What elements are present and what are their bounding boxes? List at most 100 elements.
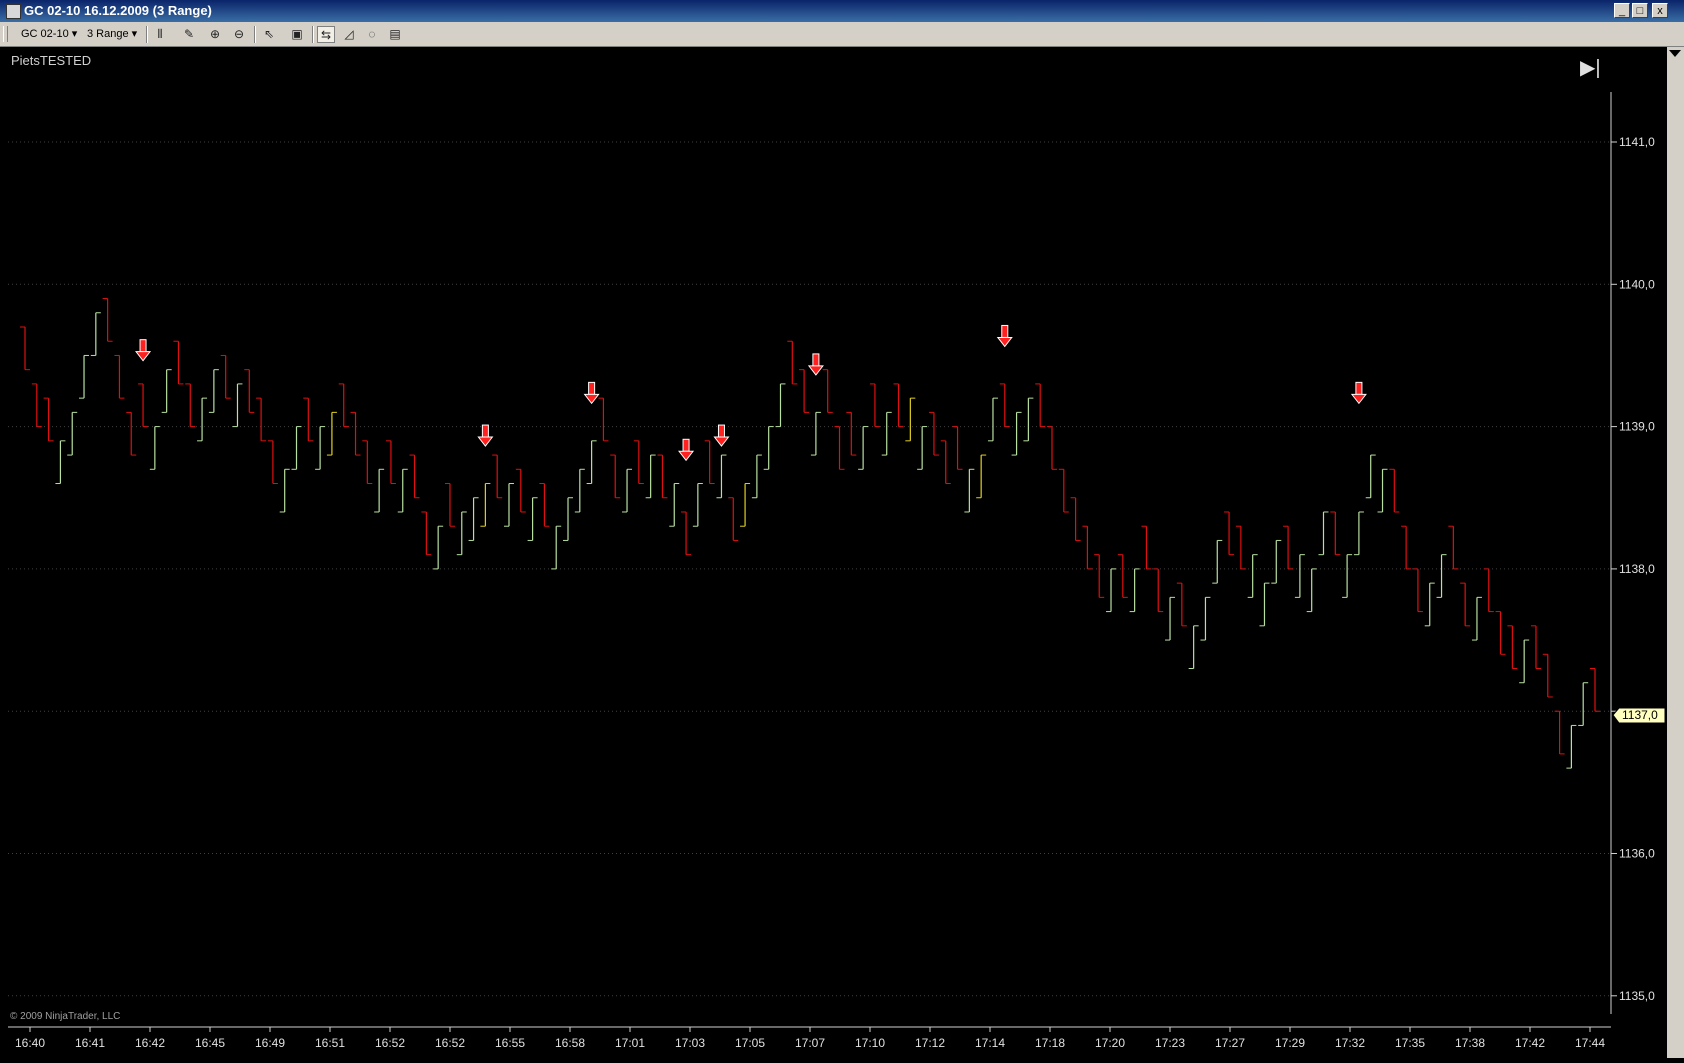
arrow-head: [477, 436, 494, 447]
arrow-head: [1350, 393, 1367, 405]
price-bar: [610, 454, 621, 499]
zoom-in-icon[interactable]: ⊕: [206, 26, 224, 43]
arrow-shaft: [588, 381, 596, 395]
x-tick-label: 17:27: [1215, 1036, 1245, 1050]
price-bar: [1224, 511, 1235, 556]
bar-type-icon[interactable]: ⫴: [151, 26, 169, 43]
x-tick-label: 16:45: [195, 1036, 225, 1050]
x-tick-label: 17:14: [975, 1036, 1005, 1050]
x-tick-label: 16:52: [435, 1036, 465, 1050]
arrow-shaft: [481, 424, 489, 438]
price-bar: [279, 468, 290, 513]
zoom-out-icon[interactable]: ⊖: [230, 26, 248, 43]
price-bar: [1070, 497, 1081, 541]
price-bar: [303, 397, 314, 442]
price-bar: [1035, 383, 1046, 428]
y-tick-label: 1135,0: [1619, 989, 1655, 1003]
price-bar: [1094, 554, 1105, 598]
price-bar: [1188, 625, 1199, 670]
price-bar: [421, 511, 432, 556]
price-bar: [232, 383, 243, 428]
window-titlebar: GC 02-10 16.12.2009 (3 Range) _ □ x: [0, 0, 1684, 22]
price-bar: [102, 298, 113, 342]
price-bar: [55, 440, 66, 485]
price-bar: [1365, 454, 1376, 499]
price-bar: [409, 454, 420, 499]
price-bar: [1306, 568, 1317, 613]
minimize-button[interactable]: _: [1614, 3, 1630, 18]
price-bar: [633, 440, 644, 485]
chart-trader-icon[interactable]: ⇆: [317, 26, 335, 43]
price-chart[interactable]: 1141,0 1140,0 1139,0 1138,0 1136,0 1135,0 16:…: [0, 47, 1667, 1058]
pointer-icon[interactable]: ⇖: [260, 26, 278, 43]
price-bar: [787, 340, 798, 385]
price-bar: [905, 397, 916, 442]
price-bar: [326, 411, 337, 456]
price-bar: [692, 483, 703, 527]
instrument-selector[interactable]: GC 02-10 ▾: [21, 27, 77, 40]
price-bar: [1424, 582, 1435, 627]
price-bar: [1247, 554, 1258, 598]
vertical-scrollbar[interactable]: [1667, 47, 1684, 1058]
indicators-icon[interactable]: ◿: [340, 26, 358, 43]
price-bar: [291, 426, 302, 470]
price-bar: [1436, 554, 1447, 598]
price-bar: [551, 525, 562, 570]
scroll-to-end-icon[interactable]: ▶|: [1580, 58, 1601, 78]
maximize-button[interactable]: □: [1632, 3, 1648, 18]
chart-panel[interactable]: 1141,0 1140,0 1139,0 1138,0 1136,0 1135,0 16:…: [0, 47, 1667, 1058]
x-tick-label: 17:42: [1515, 1036, 1545, 1050]
y-tick-label: 1138,0: [1619, 562, 1655, 576]
price-bar: [716, 454, 727, 499]
toolbar-grip[interactable]: [3, 26, 8, 42]
price-bar: [1377, 468, 1388, 513]
price-bar: [586, 440, 597, 485]
chevron-down-icon: ▾: [71, 28, 78, 40]
data-box-icon[interactable]: ▤: [386, 26, 404, 43]
price-bar: [1448, 525, 1459, 570]
toolbar-separator: [254, 26, 256, 43]
price-bar: [740, 483, 751, 527]
scroll-down-arrow-icon[interactable]: [1669, 50, 1681, 57]
x-tick-label: 17:32: [1335, 1036, 1365, 1050]
price-bar: [480, 483, 491, 527]
price-bar: [1519, 639, 1530, 684]
price-bar: [657, 454, 668, 499]
price-bar: [1294, 554, 1305, 598]
properties-icon[interactable]: ▣: [288, 26, 306, 43]
price-bar: [267, 440, 278, 485]
y-tick-label: 1140,0: [1619, 277, 1655, 291]
price-bar: [185, 383, 196, 428]
toolbar-separator: [312, 26, 314, 43]
price-bar: [1578, 682, 1589, 726]
price-bar: [881, 411, 892, 456]
price-bar: [1471, 596, 1482, 641]
price-bar: [149, 426, 160, 470]
price-bar: [208, 369, 219, 413]
price-bar: [503, 483, 514, 527]
arrow-head: [583, 393, 600, 405]
price-bar: [220, 354, 231, 399]
draw-tool-icon[interactable]: ✎: [180, 26, 198, 43]
price-bar: [669, 483, 680, 527]
price-bar: [1106, 568, 1117, 613]
price-bar: [1011, 411, 1022, 456]
close-button[interactable]: x: [1652, 3, 1668, 18]
sell-arrow-icon: [713, 424, 730, 447]
chevron-down-icon: ▾: [131, 28, 138, 40]
price-bar: [338, 383, 349, 428]
price-bar: [622, 468, 633, 513]
x-axis-labels: 16:40 16:41 16:42 16:45 16:49 16:51 16:52 16:52…: [15, 1027, 1605, 1050]
price-bar: [1046, 426, 1057, 470]
price-bar: [126, 411, 137, 456]
x-tick-label: 16:49: [255, 1036, 285, 1050]
period-selector[interactable]: 3 Range ▾: [87, 27, 137, 40]
price-bar: [1058, 468, 1069, 513]
strategies-icon[interactable]: ◌: [363, 26, 381, 43]
instrument-label: GC 02-10: [21, 28, 69, 40]
price-bar: [1117, 554, 1128, 598]
sell-arrow-icon: [807, 353, 824, 376]
sell-arrow-icon: [678, 438, 695, 462]
price-bar: [574, 468, 585, 513]
price-bar: [173, 340, 184, 385]
